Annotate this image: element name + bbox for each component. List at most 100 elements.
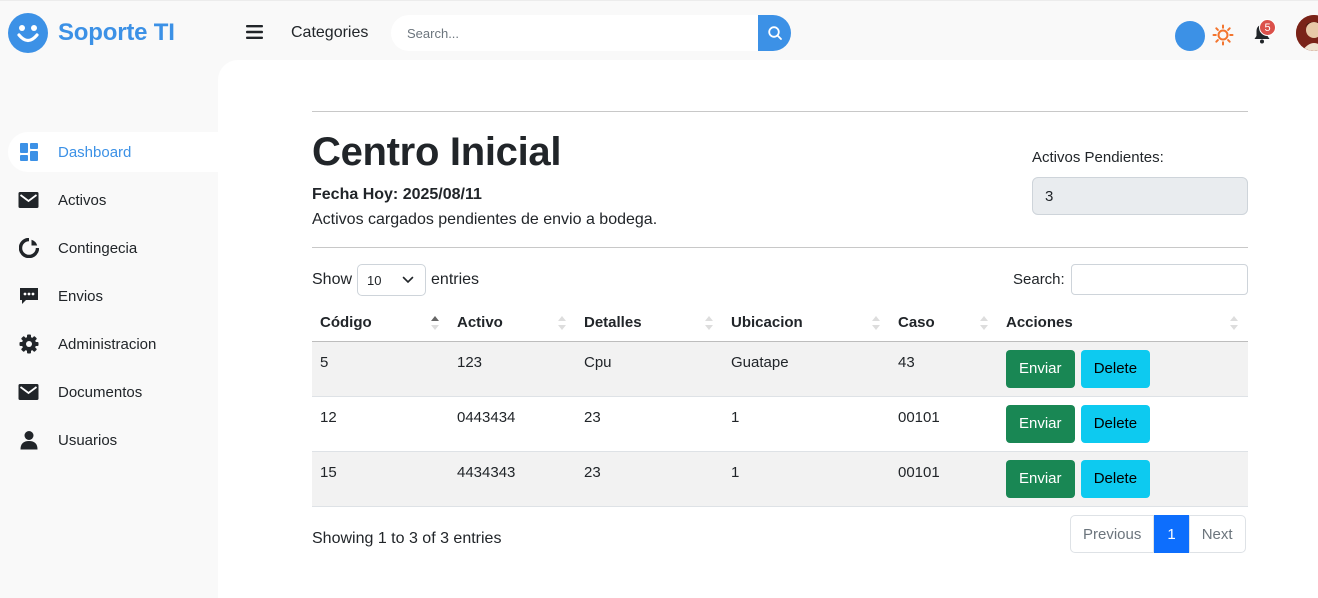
sidebar: Dashboard Activos Contingecia Envios Adm… bbox=[0, 62, 218, 598]
table-search-label: Search: bbox=[1013, 271, 1065, 288]
pending-count-value: 3 bbox=[1045, 187, 1054, 205]
cell-acciones: Enviar Delete bbox=[998, 396, 1248, 452]
sidebar-item-administracion[interactable]: Administracion bbox=[8, 324, 214, 364]
page-subtitle: Activos cargados pendientes de envio a b… bbox=[312, 211, 658, 228]
cell-codigo: 12 bbox=[312, 396, 449, 452]
avatar-image-icon bbox=[1296, 15, 1318, 51]
notification-badge: 5 bbox=[1259, 19, 1276, 36]
envelope-icon bbox=[18, 190, 39, 211]
cell-caso: 00101 bbox=[890, 451, 998, 507]
message-dots-icon bbox=[18, 286, 39, 307]
delete-button[interactable]: Delete bbox=[1080, 404, 1151, 443]
avatar[interactable] bbox=[1296, 15, 1318, 51]
brand-name: Soporte TI bbox=[58, 19, 175, 46]
cell-ubicacion: 1 bbox=[723, 451, 890, 507]
sidebar-item-label: Administracion bbox=[58, 335, 157, 353]
table-search: Search: bbox=[1013, 264, 1248, 295]
brand[interactable]: Soporte TI bbox=[8, 13, 175, 53]
theme-toggle[interactable] bbox=[1175, 21, 1205, 51]
sort-icon bbox=[558, 316, 566, 330]
cell-codigo: 15 bbox=[312, 451, 449, 507]
cell-codigo: 5 bbox=[312, 341, 449, 397]
column-header-activo[interactable]: Activo bbox=[449, 305, 576, 342]
sort-icon bbox=[705, 316, 713, 330]
pending-label: Activos Pendientes: bbox=[1032, 149, 1164, 166]
cell-ubicacion: Guatape bbox=[723, 341, 890, 397]
column-header-codigo[interactable]: Código bbox=[312, 305, 449, 342]
doughnut-chart-icon bbox=[18, 238, 39, 259]
sort-icon bbox=[872, 316, 880, 330]
table-header-row: Código Activo Detalles Ubicacion Caso Ac… bbox=[312, 305, 1248, 342]
cell-detalles: 23 bbox=[576, 396, 723, 452]
column-header-label: Acciones bbox=[1006, 314, 1073, 332]
page-title: Centro Inicial bbox=[312, 130, 562, 174]
delete-button[interactable]: Delete bbox=[1080, 349, 1151, 388]
cell-caso: 43 bbox=[890, 341, 998, 397]
column-header-label: Ubicacion bbox=[731, 314, 803, 332]
user-icon bbox=[18, 430, 39, 451]
enviar-button[interactable]: Enviar bbox=[1006, 404, 1075, 443]
cell-activo: 4434343 bbox=[449, 451, 576, 507]
column-header-acciones[interactable]: Acciones bbox=[998, 305, 1248, 342]
cell-detalles: 23 bbox=[576, 451, 723, 507]
sidebar-item-label: Envios bbox=[58, 287, 104, 305]
sort-ascending-icon bbox=[431, 316, 439, 330]
column-header-detalles[interactable]: Detalles bbox=[576, 305, 723, 342]
cell-detalles: Cpu bbox=[576, 341, 723, 397]
previous-page-button[interactable]: Previous bbox=[1070, 515, 1155, 553]
sidebar-item-contingecia[interactable]: Contingecia bbox=[8, 228, 214, 268]
page-1-button[interactable]: 1 bbox=[1154, 515, 1189, 553]
column-header-ubicacion[interactable]: Ubicacion bbox=[723, 305, 890, 342]
table-row: 5 123 Cpu Guatape 43 Enviar Delete bbox=[312, 341, 1248, 397]
table-info: Showing 1 to 3 of 3 entries bbox=[312, 530, 502, 547]
sidebar-item-usuarios[interactable]: Usuarios bbox=[8, 420, 214, 460]
column-header-label: Activo bbox=[457, 314, 503, 332]
search-icon bbox=[767, 26, 782, 40]
sidebar-item-label: Dashboard bbox=[58, 143, 132, 161]
next-page-button[interactable]: Next bbox=[1188, 515, 1246, 553]
column-header-caso[interactable]: Caso bbox=[890, 305, 998, 342]
envelope-icon bbox=[18, 382, 39, 403]
categories-link[interactable]: Categories bbox=[291, 24, 368, 42]
main-content: Centro Inicial Fecha Hoy: 2025/08/11 Act… bbox=[218, 60, 1318, 598]
entries-select-value: 10 bbox=[367, 272, 382, 288]
gear-icon bbox=[18, 334, 39, 355]
menu-icon[interactable] bbox=[244, 21, 266, 43]
smile-logo-icon bbox=[8, 13, 48, 53]
search-button[interactable] bbox=[758, 15, 791, 51]
table-search-input[interactable] bbox=[1070, 264, 1248, 295]
assets-table: Código Activo Detalles Ubicacion Caso Ac… bbox=[312, 305, 1248, 507]
table-row: 12 0443434 23 1 00101 Enviar Delete bbox=[312, 396, 1248, 452]
sidebar-item-documentos[interactable]: Documentos bbox=[8, 372, 214, 412]
enviar-button[interactable]: Enviar bbox=[1006, 349, 1075, 388]
sidebar-item-activos[interactable]: Activos bbox=[8, 180, 214, 220]
cell-acciones: Enviar Delete bbox=[998, 341, 1248, 397]
date-label: Fecha Hoy: 2025/08/11 bbox=[312, 186, 482, 203]
sidebar-item-label: Activos bbox=[58, 191, 107, 209]
search-input[interactable] bbox=[391, 15, 758, 51]
top-search bbox=[391, 15, 791, 51]
sort-icon bbox=[980, 316, 988, 330]
entries-length-control: Show 10 entries bbox=[312, 264, 479, 296]
divider bbox=[312, 111, 1248, 112]
sun-icon[interactable] bbox=[1212, 24, 1234, 46]
sidebar-item-label: Documentos bbox=[58, 383, 143, 401]
divider bbox=[312, 247, 1248, 248]
pending-count-field: 3 bbox=[1032, 177, 1248, 215]
top-navbar: Soporte TI Categories 5 bbox=[0, 0, 1318, 62]
cell-activo: 123 bbox=[449, 341, 576, 397]
column-header-label: Caso bbox=[898, 314, 935, 332]
cell-acciones: Enviar Delete bbox=[998, 451, 1248, 507]
delete-button[interactable]: Delete bbox=[1080, 459, 1151, 498]
sidebar-item-label: Usuarios bbox=[58, 431, 118, 449]
sidebar-item-envios[interactable]: Envios bbox=[8, 276, 214, 316]
pagination: Previous 1 Next bbox=[1070, 515, 1246, 553]
sidebar-item-label: Contingecia bbox=[58, 239, 138, 257]
entries-select[interactable]: 10 bbox=[357, 264, 427, 296]
show-label: Show bbox=[312, 271, 353, 288]
cell-activo: 0443434 bbox=[449, 396, 576, 452]
sidebar-item-dashboard[interactable]: Dashboard bbox=[8, 132, 218, 172]
enviar-button[interactable]: Enviar bbox=[1006, 459, 1075, 498]
sort-icon bbox=[1230, 316, 1238, 330]
dashboard-icon bbox=[18, 142, 39, 163]
